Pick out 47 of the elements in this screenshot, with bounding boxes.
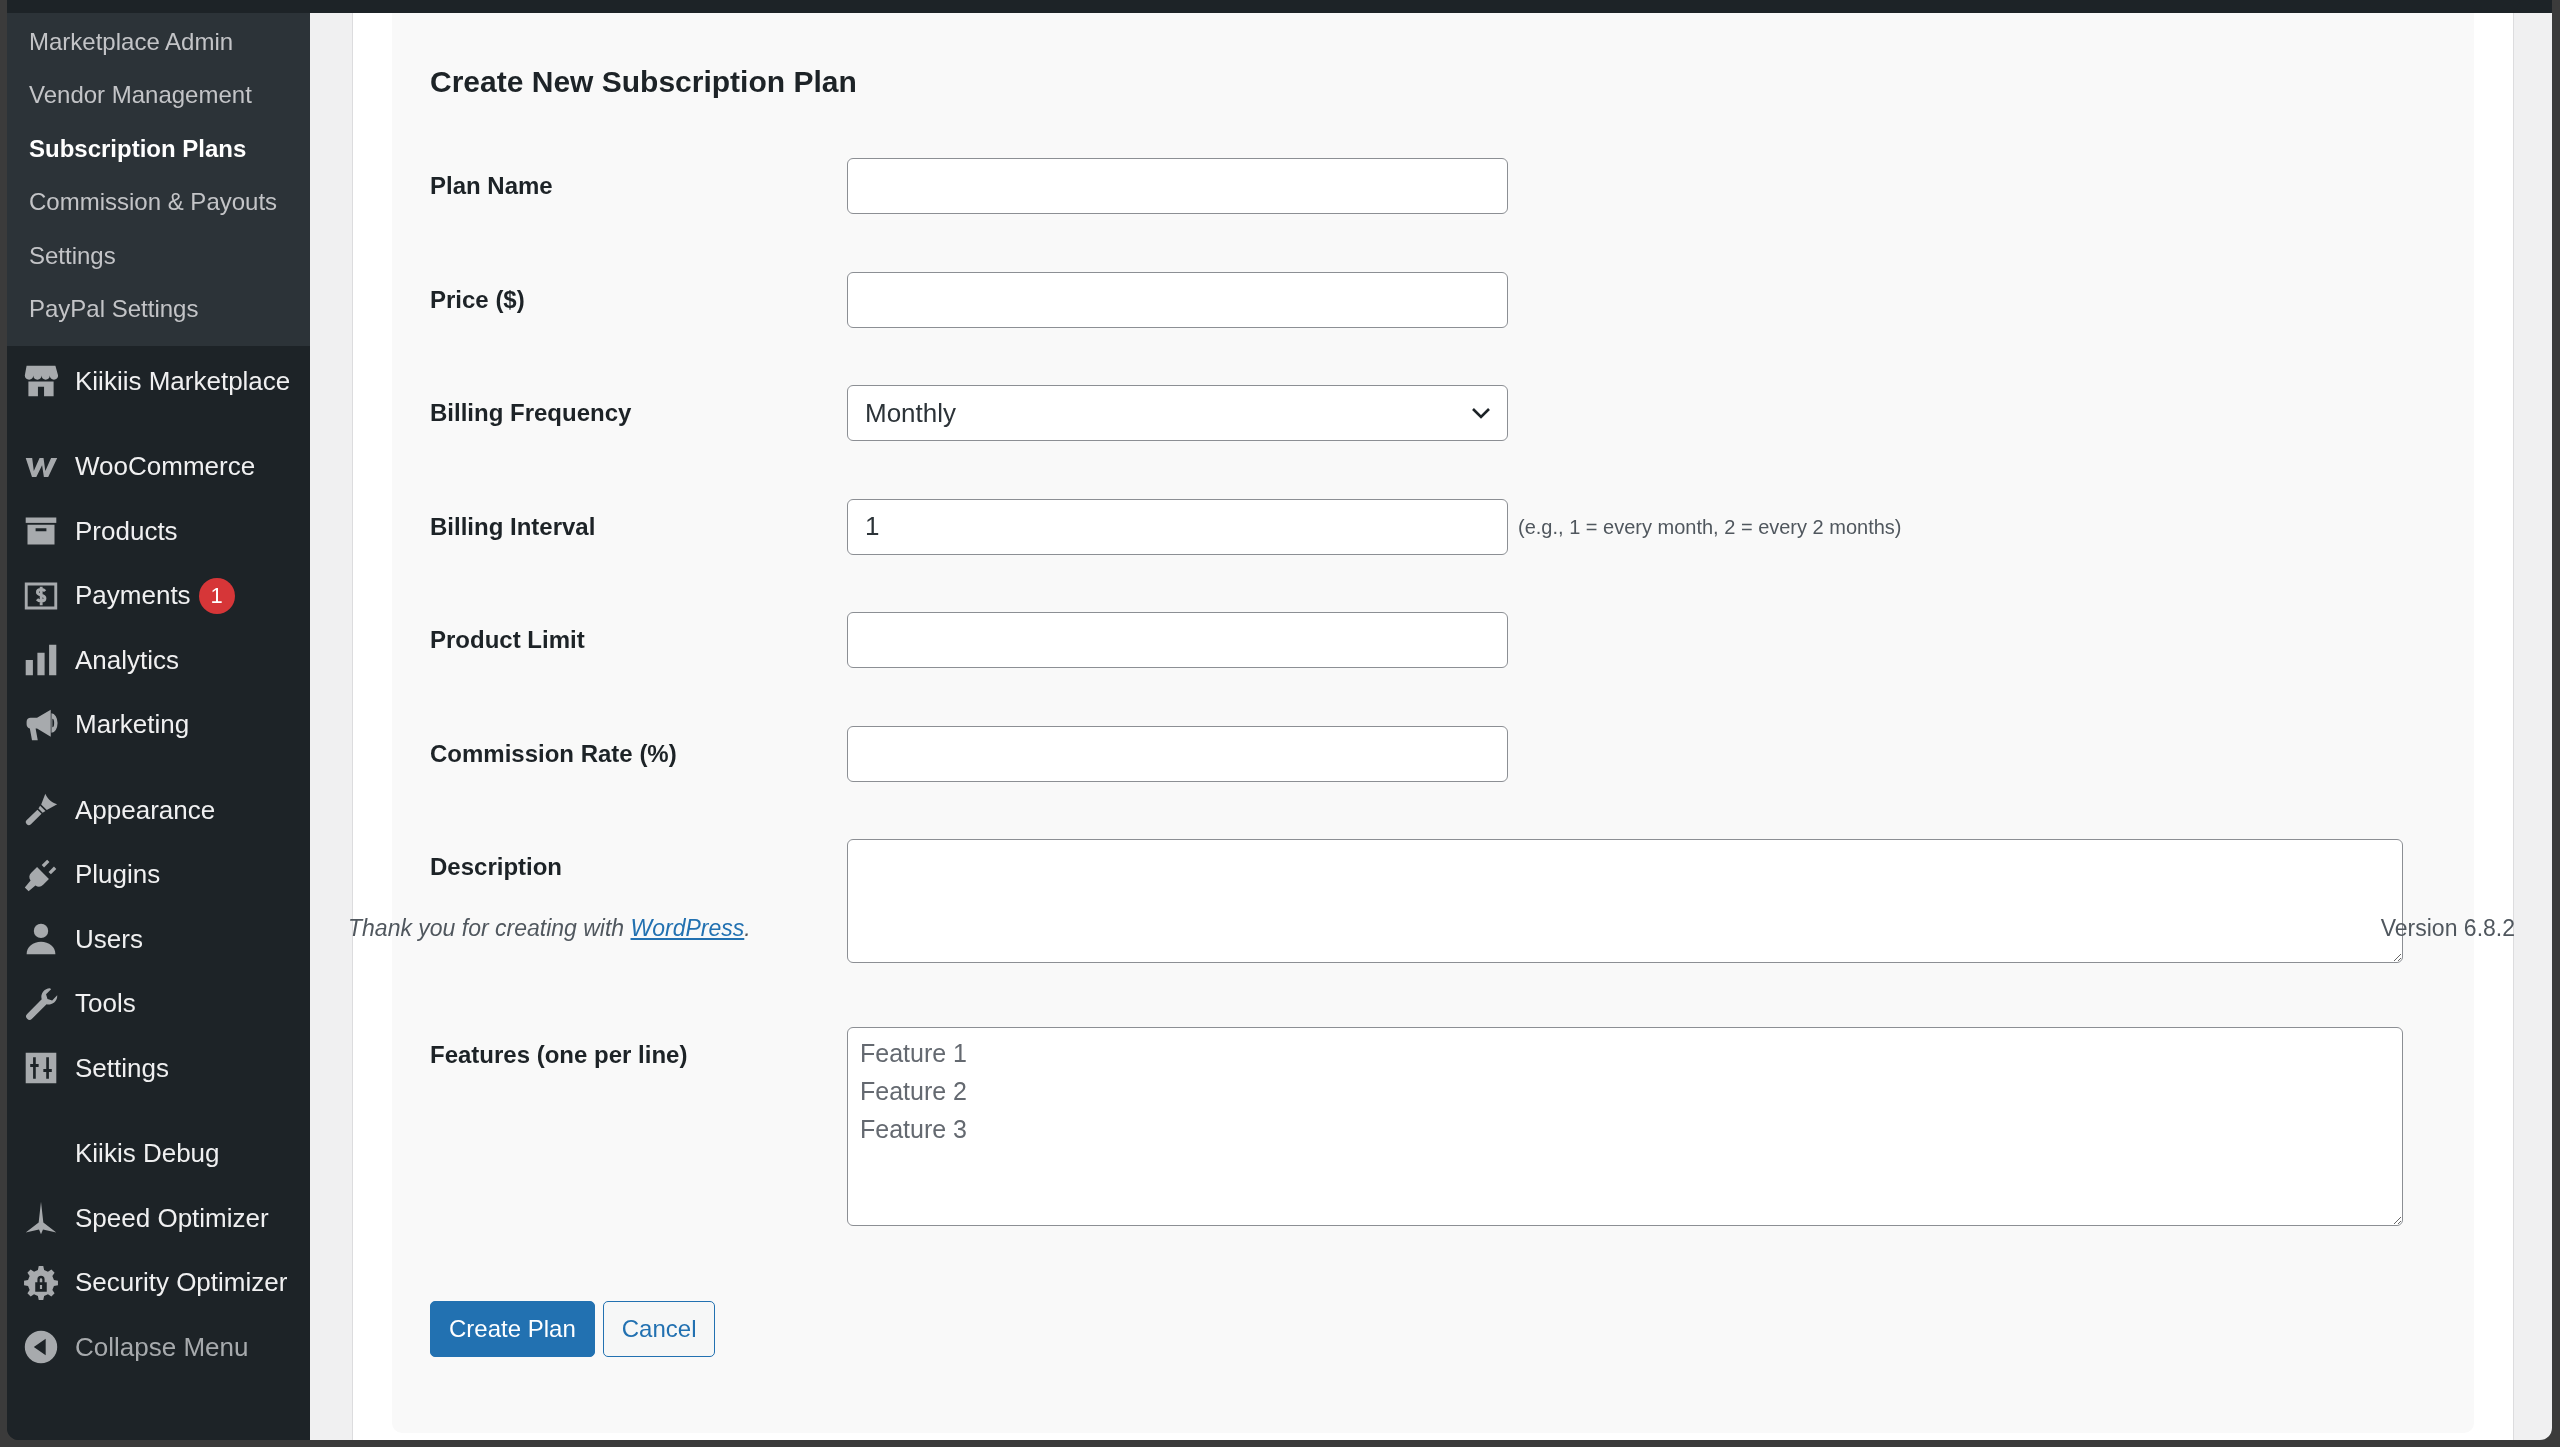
form-title: Create New Subscription Plan	[430, 64, 857, 100]
submenu-item[interactable]: Subscription Plans	[7, 122, 310, 176]
menu-item[interactable]: Products	[7, 499, 310, 564]
field-label: Billing Interval	[430, 511, 597, 542]
text-input[interactable]	[847, 612, 1508, 668]
menu-item[interactable]: Settings	[7, 1036, 310, 1101]
collapse-menu-button[interactable]: Collapse Menu	[7, 1315, 310, 1380]
hint-text: (e.g., 1 = every month, 2 = every 2 months)	[1518, 514, 1902, 540]
text-input[interactable]: 1	[847, 498, 1508, 555]
menu-item[interactable]: Payments 1	[7, 563, 310, 628]
text-area[interactable]: Feature 1 Feature 2 Feature 3	[847, 1026, 2403, 1226]
submenu-item[interactable]: PayPal Settings	[7, 282, 310, 336]
text-input[interactable]	[847, 158, 1508, 214]
field-label: Features (one per line)	[430, 1039, 689, 1070]
menu-item[interactable]: Tools	[7, 971, 310, 1036]
submit-button[interactable]: Create Plan	[430, 1300, 595, 1357]
footer-credit-text: Thank you for creating with WordPress.	[348, 914, 751, 942]
submenu-item[interactable]: Settings	[7, 229, 310, 283]
submenu-item[interactable]: Marketplace Admin	[7, 15, 310, 69]
menu-item[interactable]: Appearance	[7, 778, 310, 843]
menu-item[interactable]: Plugins	[7, 842, 310, 907]
field-label: Product Limit	[430, 625, 586, 655]
menu-item[interactable]: Marketing	[7, 692, 310, 757]
field-label: Price ($)	[430, 284, 526, 315]
cancel-button[interactable]: Cancel	[602, 1300, 716, 1357]
text-input[interactable]	[847, 271, 1508, 328]
menu-item[interactable]: Analytics	[7, 628, 310, 693]
submenu-item[interactable]: Vendor Management	[7, 68, 310, 122]
menu-item[interactable]: Security Optimizer	[7, 1250, 310, 1315]
gear-lock-icon	[23, 1264, 59, 1301]
field-label: Plan Name	[430, 171, 554, 201]
wordpress-link[interactable]: WordPress	[630, 915, 745, 941]
menu-item[interactable]: Kiikiis Marketplace	[7, 349, 310, 414]
menu-item[interactable]: Speed Optimizer	[7, 1186, 310, 1251]
text-input[interactable]	[847, 725, 1508, 782]
circle-arrow-left-icon	[23, 1329, 59, 1366]
field-label: Commission Rate (%)	[430, 738, 678, 769]
count-badge: 1	[198, 577, 235, 614]
wrench-icon	[23, 985, 59, 1022]
menu-item[interactable]: WooCommerce	[7, 434, 310, 499]
field-label: Billing Frequency	[430, 398, 633, 428]
menu-item[interactable]: Users	[7, 907, 310, 972]
dropdown[interactable]: Monthly	[847, 385, 1508, 441]
menu-item[interactable]: Kiikis Debug	[7, 1121, 310, 1186]
chevron-down-icon	[1471, 407, 1491, 419]
field-label: Description	[430, 852, 564, 882]
submenu-item[interactable]: Commission & Payouts	[7, 175, 310, 229]
